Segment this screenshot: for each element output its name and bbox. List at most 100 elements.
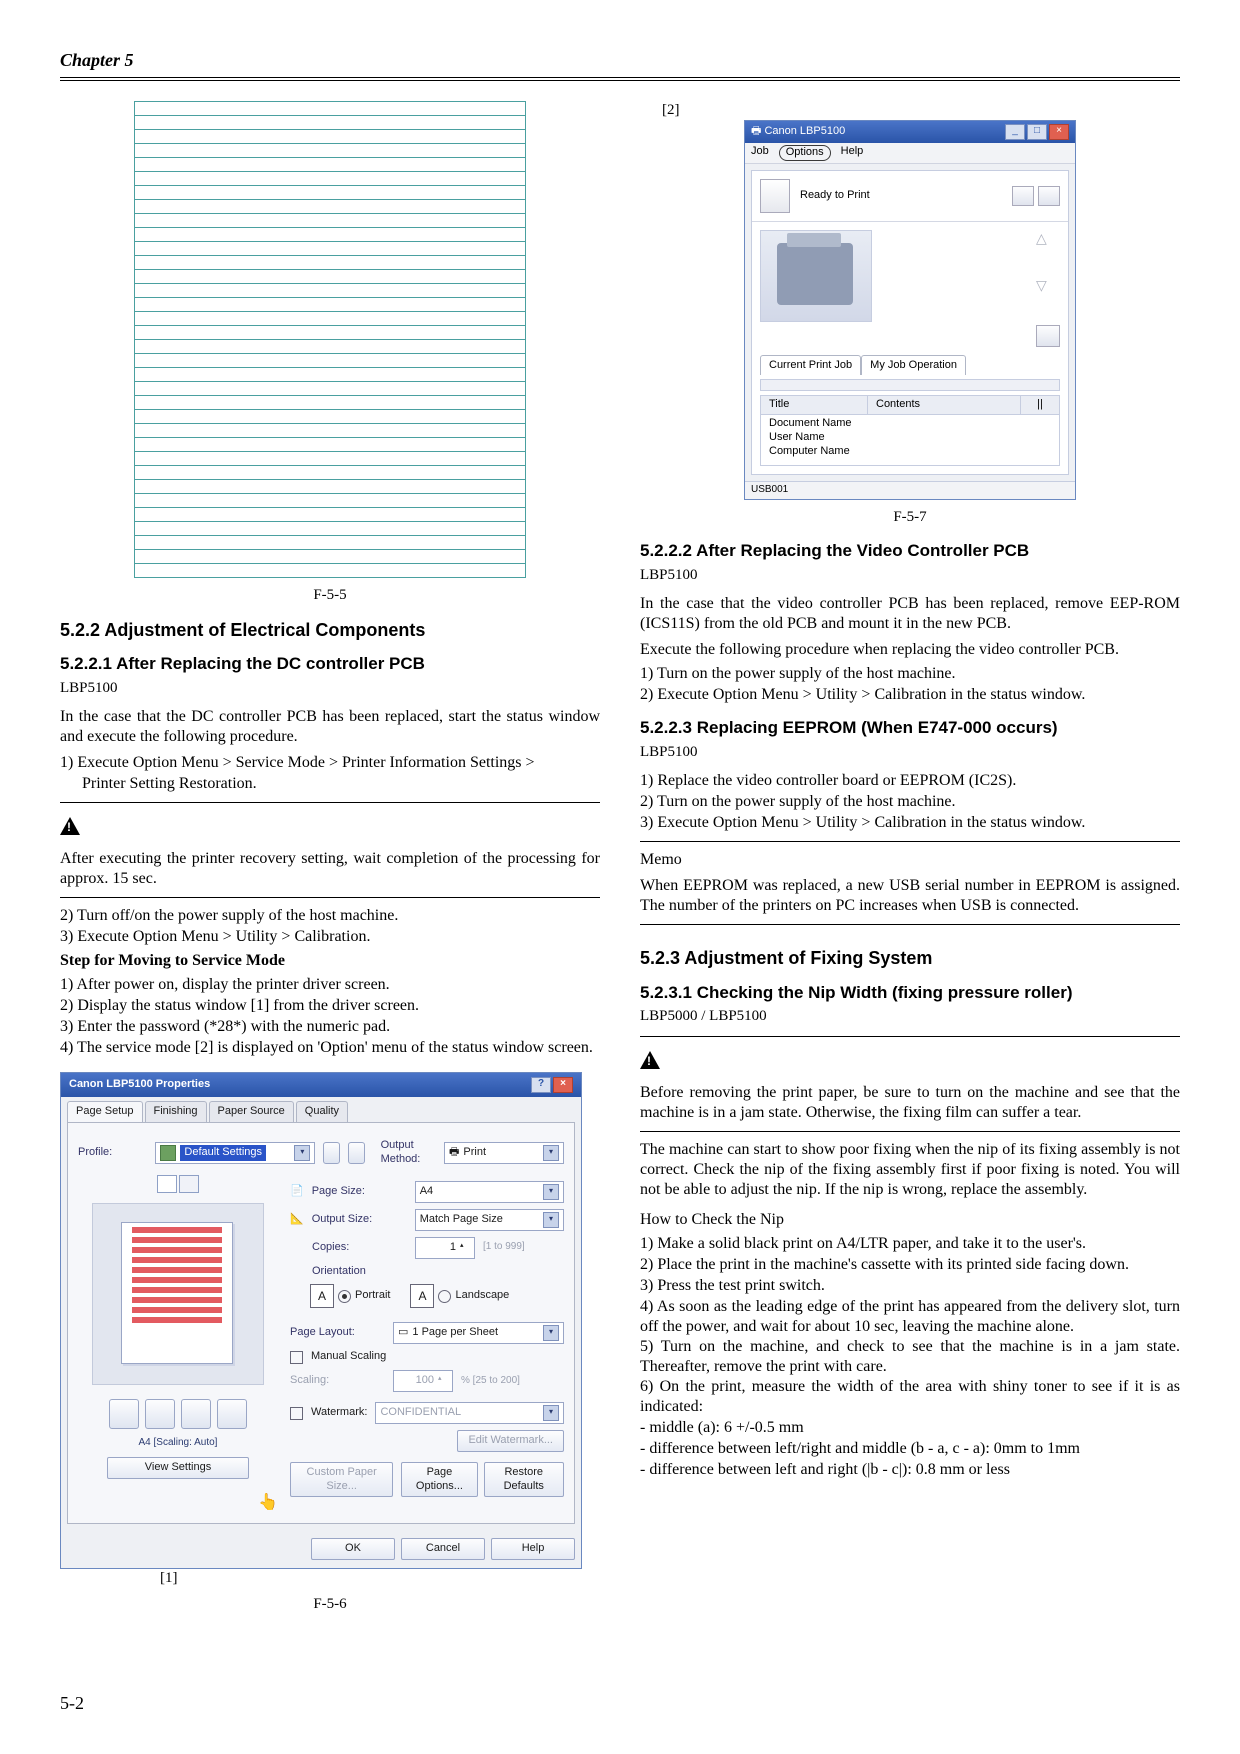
help-button[interactable]: ?: [531, 1077, 551, 1093]
scroll-down-icon[interactable]: ▽: [1036, 277, 1060, 295]
step-text: 6) On the print, measure the width of th…: [640, 1377, 1180, 1417]
model-label: LBP5000 / LBP5100: [640, 1007, 1180, 1026]
document-icon: [760, 179, 790, 213]
tab-my-job[interactable]: My Job Operation: [861, 355, 966, 376]
body-text: The machine can start to show poor fixin…: [640, 1140, 1180, 1200]
profile-dropdown[interactable]: Default Settings ▾: [155, 1142, 315, 1164]
stepper-icon: ▴: [438, 1375, 448, 1387]
step-text: Printer Setting Restoration.: [60, 774, 600, 794]
chevron-down-icon: ▾: [543, 1405, 559, 1421]
copies-value: 1: [450, 1241, 456, 1255]
copies-stepper[interactable]: 1 ▴: [415, 1237, 475, 1259]
pause-button[interactable]: ||: [1021, 396, 1059, 414]
right-column: [2] 🖶 Canon LBP5100 _ □ × Job Options He…: [640, 101, 1180, 1628]
col-title[interactable]: Title: [761, 396, 868, 414]
custom-paper-size-button[interactable]: Custom Paper Size...: [290, 1462, 393, 1498]
view-settings-button[interactable]: View Settings: [107, 1457, 249, 1479]
landscape-label: Landscape: [455, 1289, 509, 1303]
scaling-caption: A4 [Scaling: Auto]: [139, 1437, 218, 1450]
page-number: 5-2: [60, 1693, 84, 1714]
list-item: User Name: [769, 431, 1051, 445]
bullet-text: - middle (a): 6 +/-0.5 mm: [640, 1418, 1180, 1438]
chevron-down-icon[interactable]: ▾: [543, 1325, 559, 1341]
chevron-down-icon[interactable]: ▾: [294, 1145, 310, 1161]
ok-button[interactable]: OK: [311, 1538, 395, 1560]
scaling-stepper: 100 ▴: [393, 1370, 453, 1392]
restore-defaults-button[interactable]: Restore Defaults: [484, 1462, 565, 1498]
body-text: Execute the following procedure when rep…: [640, 640, 1180, 660]
refresh-button[interactable]: [1036, 325, 1060, 347]
tab-paper-source[interactable]: Paper Source: [209, 1101, 294, 1122]
hand-icon: 👆: [258, 1493, 278, 1513]
chevron-down-icon[interactable]: ▾: [543, 1145, 559, 1161]
heading-5-2-2-3: 5.2.2.3 Replacing EEPROM (When E747-000 …: [640, 717, 1180, 738]
stepper-icon[interactable]: ▴: [460, 1242, 470, 1254]
warning-icon: [640, 1051, 660, 1069]
col-contents[interactable]: Contents: [868, 396, 1021, 414]
portrait-icon: A: [310, 1284, 334, 1308]
layout-preset-button[interactable]: [145, 1399, 175, 1429]
progress-bar: [760, 379, 1060, 391]
left-column: F-5-5 5.2.2 Adjustment of Electrical Com…: [60, 101, 600, 1628]
tab-current-job[interactable]: Current Print Job: [760, 355, 861, 376]
close-button[interactable]: ×: [553, 1077, 573, 1093]
toolbar-icon[interactable]: [1038, 186, 1060, 206]
maximize-button[interactable]: □: [1027, 124, 1047, 140]
step-text: 1) Turn on the power supply of the host …: [640, 664, 1180, 684]
cancel-button[interactable]: Cancel: [401, 1538, 485, 1560]
layout-preset-button[interactable]: [109, 1399, 139, 1429]
output-method-dropdown[interactable]: 🖶 Print ▾: [444, 1142, 564, 1164]
chevron-down-icon[interactable]: ▾: [543, 1184, 559, 1200]
page-options-button[interactable]: Page Options...: [401, 1462, 477, 1498]
titlebar[interactable]: Canon LBP5100 Properties ? ×: [61, 1073, 581, 1097]
step-text: 4) As soon as the leading edge of the pr…: [640, 1297, 1180, 1337]
profile-value: Default Settings: [180, 1145, 266, 1161]
watermark-checkbox[interactable]: [290, 1407, 303, 1420]
heading-5-2-3-1: 5.2.3.1 Checking the Nip Width (fixing p…: [640, 982, 1180, 1003]
menu-help[interactable]: Help: [841, 145, 864, 161]
titlebar[interactable]: 🖶 Canon LBP5100 _ □ ×: [745, 121, 1075, 143]
minimize-button[interactable]: _: [1005, 124, 1025, 140]
tab-page-setup[interactable]: Page Setup: [67, 1101, 143, 1122]
step-text: 3) Execute Option Menu > Utility > Calib…: [640, 813, 1180, 833]
toolbar-icon[interactable]: [1012, 186, 1034, 206]
output-size-dropdown[interactable]: Match Page Size ▾: [415, 1209, 564, 1231]
page-layout-dropdown[interactable]: ▭ 1 Page per Sheet ▾: [393, 1322, 564, 1344]
page-size-value: A4: [420, 1185, 433, 1199]
portrait-label: Portrait: [355, 1289, 390, 1303]
output-size-label: Output Size:: [312, 1213, 407, 1227]
profile-add-button[interactable]: [323, 1142, 340, 1164]
menu-options[interactable]: Options: [779, 145, 831, 161]
step-text: 5) Turn on the machine, and check to see…: [640, 1337, 1180, 1377]
model-label: LBP5100: [60, 679, 600, 698]
chevron-down-icon[interactable]: ▾: [543, 1212, 559, 1228]
landscape-radio[interactable]: [438, 1290, 451, 1303]
printer-image: [760, 230, 872, 322]
tab-finishing[interactable]: Finishing: [145, 1101, 207, 1122]
portrait-radio[interactable]: [338, 1290, 351, 1303]
layout-preset-button[interactable]: [181, 1399, 211, 1429]
watermark-dropdown: CONFIDENTIAL ▾: [375, 1402, 564, 1424]
manual-scaling-label: Manual Scaling: [311, 1350, 386, 1364]
close-button[interactable]: ×: [1049, 124, 1069, 140]
figure-marker-2: [2]: [662, 101, 1180, 120]
bullet-text: - difference between left and right (|b …: [640, 1460, 1180, 1480]
figure-5-5-box: [134, 101, 526, 578]
warning-text: After executing the printer recovery set…: [60, 849, 600, 889]
preview-tab[interactable]: [157, 1175, 177, 1193]
memo-head: Memo: [640, 850, 1180, 870]
step-text: 1) Replace the video controller board or…: [640, 771, 1180, 791]
output-size-icon: 📐: [290, 1213, 304, 1227]
layout-preset-button[interactable]: [217, 1399, 247, 1429]
tab-quality[interactable]: Quality: [296, 1101, 348, 1122]
menu-job[interactable]: Job: [751, 145, 769, 161]
profile-edit-button[interactable]: [348, 1142, 365, 1164]
manual-scaling-checkbox[interactable]: [290, 1351, 303, 1364]
page-layout-label: Page Layout:: [290, 1326, 385, 1340]
page-layout-value: 1 Page per Sheet: [412, 1326, 498, 1340]
scroll-up-icon[interactable]: △: [1036, 230, 1060, 248]
chapter-header: Chapter 5: [60, 50, 1180, 81]
page-size-dropdown[interactable]: A4 ▾: [415, 1181, 564, 1203]
preview-tab[interactable]: [179, 1175, 199, 1193]
help-button[interactable]: Help: [491, 1538, 575, 1560]
